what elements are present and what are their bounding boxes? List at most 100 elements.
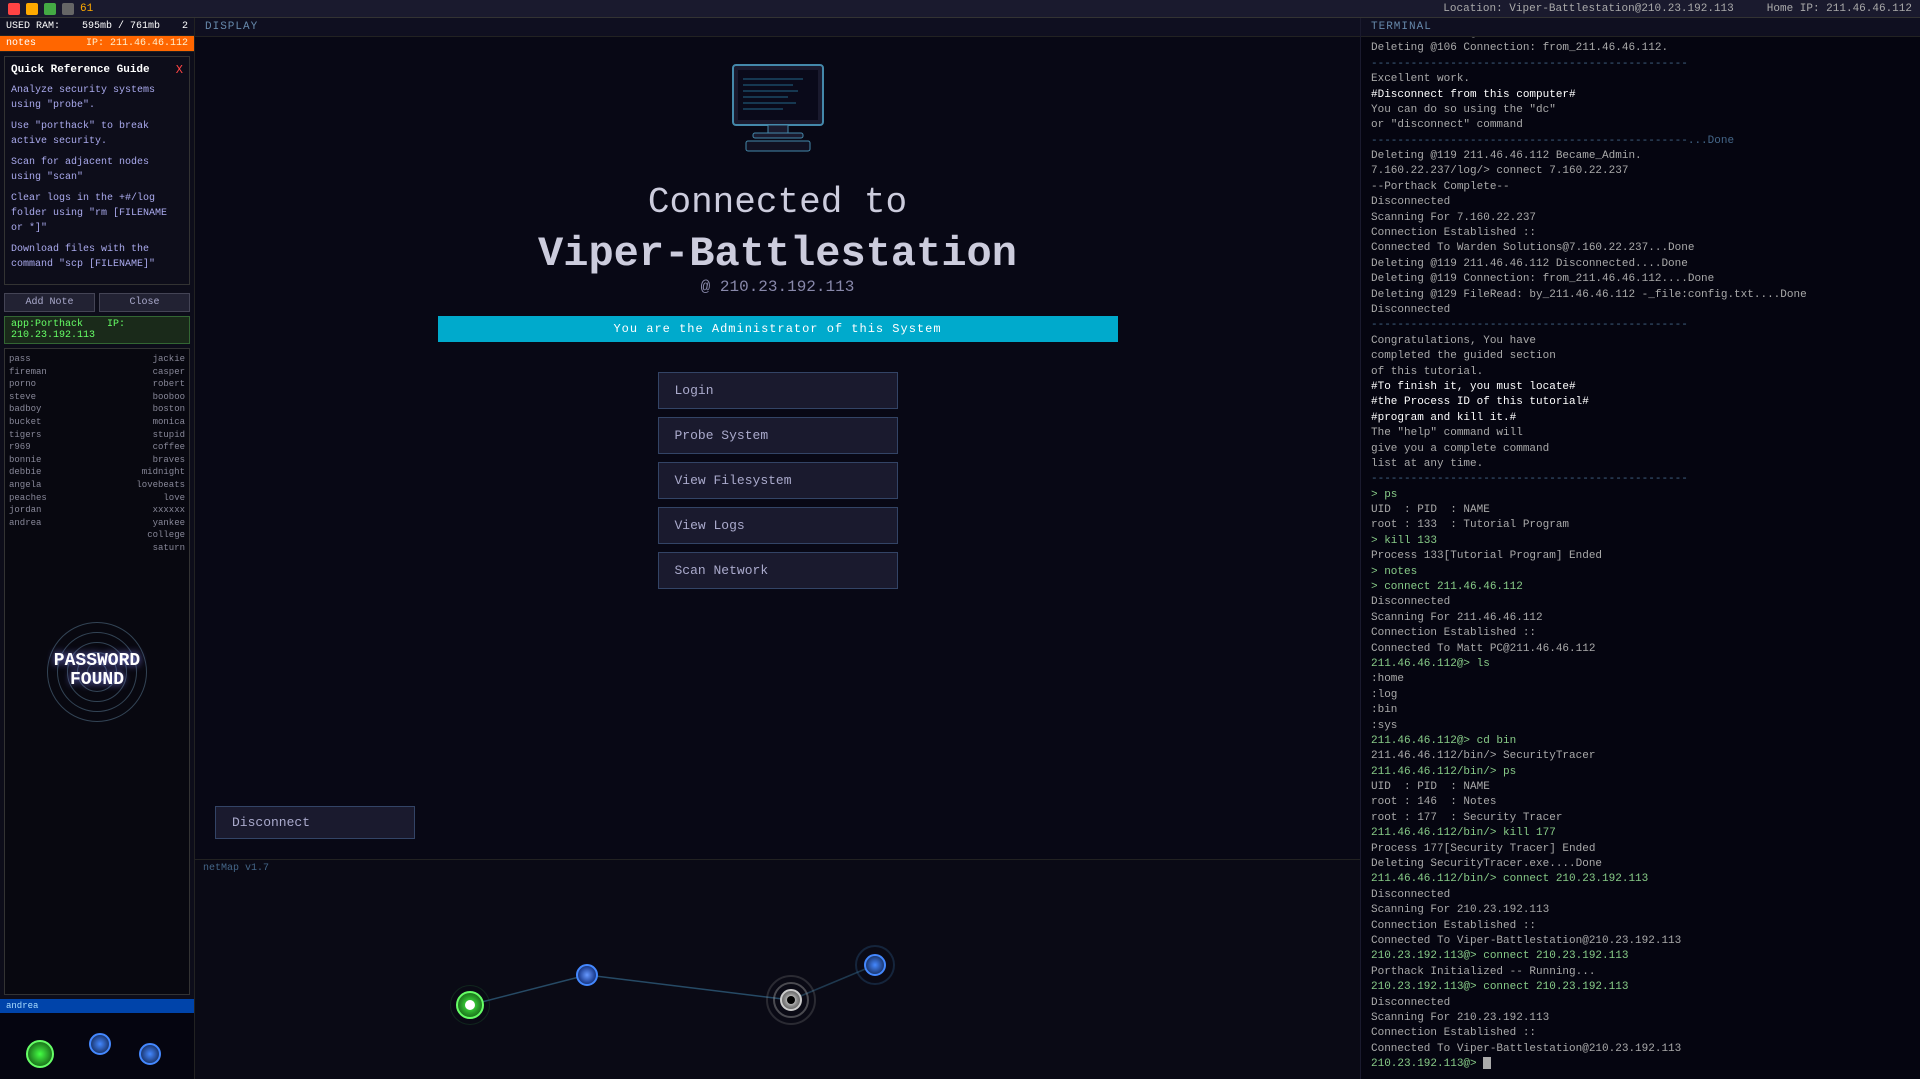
terminal-line: The "help" command will [1371,426,1910,441]
terminal-line: Connected To Viper-Battlestation@210.23.… [1371,934,1910,949]
terminal-line: Connection Established :: [1371,226,1910,241]
password-list-right: jackie casper robert booboo boston monic… [136,353,185,555]
top-bar: 61 Location: Viper-Battlestation@210.23.… [0,0,1920,18]
close-button[interactable]: Close [99,293,190,312]
terminal-line: root : 177 : Security Tracer [1371,811,1910,826]
terminal-line: > kill 133 [1371,534,1910,549]
probe-system-button[interactable]: Probe System [658,417,898,454]
terminal-line: Porthack Initialized -- Running... [1371,965,1910,980]
quick-ref-header: Quick Reference Guide X [11,63,183,77]
terminal-line: Deleting @119 Connection: from_211.46.46… [1371,272,1910,287]
terminal-line: > connect 211.46.46.112 [1371,580,1910,595]
small-node-blue2 [139,1043,161,1065]
monitor-svg [718,57,838,157]
terminal-line: --Porthack Complete-- [1371,180,1910,195]
tip3: Scan for adjacent nodes using "scan" [11,155,183,185]
terminal-line: 7.160.22.237/log/> connect 7.160.22.237 [1371,164,1910,179]
terminal-line: completed the guided section [1371,349,1910,364]
terminal-line: Scanning For 210.23.192.113 [1371,1011,1910,1026]
display-header: DISPLAY [195,18,1360,37]
password-panel: pass fireman porno steve badboy bucket t… [4,348,190,995]
counter-display: 61 [80,3,93,15]
terminal-line: #Disconnect from this computer# [1371,88,1910,103]
terminal-content[interactable]: Note: the wildcard "*" indicates"All".--… [1361,37,1920,1079]
terminal-line: #program and kill it.# [1371,411,1910,426]
tip1: Analyze security systems using "probe". [11,83,183,113]
view-filesystem-button[interactable]: View Filesystem [658,462,898,499]
center-panel: DISPLAY [195,18,1360,1079]
terminal-line: 211.46.46.112@> ls [1371,657,1910,672]
terminal-line: 211.46.46.112@> cd bin [1371,734,1910,749]
terminal-line: UID : PID : NAME [1371,503,1910,518]
terminal-line: Process 177[Security Tracer] Ended [1371,842,1910,857]
quick-ref-close-btn[interactable]: X [176,63,183,77]
minimize-btn[interactable] [26,3,38,15]
sidebar-selected-bar: andrea [0,999,194,1013]
terminal-line: root : 146 : Notes [1371,795,1910,810]
terminal-line: Process 133[Tutorial Program] Ended [1371,549,1910,564]
password-list-left: pass fireman porno steve badboy bucket t… [9,353,47,529]
terminal-line: Scanning For 7.160.22.237 [1371,211,1910,226]
terminal-line: 210.23.192.113@> connect 210.23.192.113 [1371,949,1910,964]
notes-label: notes [6,38,36,49]
disconnect-button[interactable]: Disconnect [215,806,415,839]
quick-ref-title: Quick Reference Guide [11,64,150,76]
ram-count: 2 [182,21,188,32]
connected-title: Connected to [648,181,907,224]
terminal-line: Scanning For 210.23.192.113 [1371,903,1910,918]
terminal-line: ----------------------------------------… [1371,318,1910,333]
display-buttons: Login Probe System View Filesystem View … [658,372,898,589]
login-button[interactable]: Login [658,372,898,409]
small-node-blue [89,1033,111,1055]
small-node-green [26,1040,54,1068]
quick-reference-panel: Quick Reference Guide X Analyze security… [4,56,190,285]
netmap-lines [195,860,1360,1079]
terminal-line: Disconnected [1371,195,1910,210]
close-btn[interactable] [8,3,20,15]
terminal-line: Deleting @119 211.46.46.112 Disconnected… [1371,257,1910,272]
pw-found-line2: FOUND [54,672,140,692]
pw-found-line1: PASSWORD [54,652,140,672]
terminal-line: Disconnected [1371,303,1910,318]
active-app-bar: app:Porthack IP: 210.23.192.113 [4,316,190,344]
terminal-line: Connected To Matt PC@211.46.46.112 [1371,642,1910,657]
terminal-line: Disconnected [1371,888,1910,903]
terminal-line: 210.23.192.113@> connect 210.23.192.113 [1371,980,1910,995]
tip4: Clear logs in the +#/log folder using "r… [11,191,183,236]
gear-btn[interactable] [62,3,74,15]
computer-graphic [718,57,838,161]
quick-ref-content: Analyze security systems using "probe". … [11,83,183,272]
terminal-line: UID : PID : NAME [1371,780,1910,795]
location-display: Location: Viper-Battlestation@210.23.192… [1443,3,1912,15]
terminal-line: list at any time. [1371,457,1910,472]
top-bar-left: 61 [8,3,93,15]
notes-bar[interactable]: notes IP: 211.46.46.112 [0,36,194,52]
terminal-line: ----------------------------------------… [1371,472,1910,487]
terminal-line: Deleting SecurityTracer.exe....Done [1371,857,1910,872]
ram-label: USED RAM: [6,21,60,32]
terminal-line: Deleting @129 FileRead: by_211.46.46.112… [1371,288,1910,303]
terminal-line: 211.46.46.112/bin/> connect 210.23.192.1… [1371,872,1910,887]
notes-ip: IP: 211.46.46.112 [86,38,188,49]
terminal-line: 211.46.46.112/bin/> SecurityTracer [1371,749,1910,764]
terminal-line: 211.46.46.112/bin/> kill 177 [1371,826,1910,841]
terminal-line: Connected To Viper-Battlestation@210.23.… [1371,1042,1910,1057]
tip5: Download files with the command "scp [FI… [11,242,183,272]
terminal-line: ----------------------------------------… [1371,134,1910,149]
terminal-line: give you a complete command [1371,442,1910,457]
terminal-line: Connected To Warden Solutions@7.160.22.2… [1371,241,1910,256]
main-layout: USED RAM: 595mb / 761mb 2 notes IP: 211.… [0,18,1920,1079]
add-note-button[interactable]: Add Note [4,293,95,312]
sidebar-bottom-map: andrea [0,999,194,1079]
maximize-btn[interactable] [44,3,56,15]
scan-network-button[interactable]: Scan Network [658,552,898,589]
terminal-line: :bin [1371,703,1910,718]
terminal-line: Excellent work. [1371,72,1910,87]
right-panel: TERMINAL Note: the wildcard "*" indicate… [1360,18,1920,1079]
terminal-line: :sys [1371,719,1910,734]
terminal-line: > notes [1371,565,1910,580]
terminal-header: TERMINAL [1361,18,1920,37]
view-logs-button[interactable]: View Logs [658,507,898,544]
display-content: Connected to Viper-Battlestation @ 210.2… [195,37,1360,806]
terminal-line: :home [1371,672,1910,687]
